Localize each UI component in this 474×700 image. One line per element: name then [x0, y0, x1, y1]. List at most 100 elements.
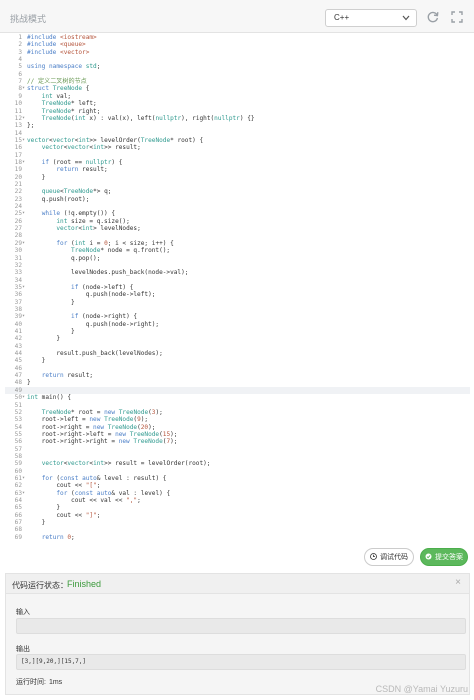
code-line[interactable]: 16 vector<vector<int>> result; — [5, 144, 470, 151]
code-text: q.push(node->left); — [27, 291, 156, 299]
code-line[interactable]: 5 using namespace std; — [5, 63, 470, 70]
code-line[interactable]: 53 root->left = new TreeNode(9); — [5, 416, 470, 423]
code-line[interactable]: 8 ▾ struct TreeNode { — [5, 85, 470, 92]
code-line[interactable]: 33 levelNodes.push_back(node->val); — [5, 269, 470, 276]
submit-button[interactable]: 提交答案 — [420, 548, 468, 566]
code-line[interactable]: 10 TreeNode* left; — [5, 100, 470, 107]
line-number: 52 — [14, 408, 22, 416]
code-line[interactable]: 2 #include <queue> — [5, 41, 470, 48]
code-text: q.push(root); — [27, 195, 90, 203]
code-line[interactable]: 43 — [5, 343, 470, 350]
code-text: levelNodes.push_back(node->val); — [27, 269, 189, 277]
code-line[interactable]: 63 ▾ for (const auto& val : level) { — [5, 490, 470, 497]
code-line[interactable]: 14 — [5, 130, 470, 137]
code-line[interactable]: 3 #include <vector> — [5, 49, 470, 56]
code-line[interactable]: 34 — [5, 277, 470, 284]
code-editor[interactable]: 1 #include <iostream> 2 #include <queue> 3 #i… — [5, 33, 470, 540]
code-line[interactable]: 40 q.push(node->right); — [5, 321, 470, 328]
code-line[interactable]: 30 TreeNode* node = q.front(); — [5, 247, 470, 254]
mode-label[interactable]: 挑战模式 — [10, 12, 46, 25]
code-text: } — [27, 298, 75, 306]
refresh-icon[interactable] — [426, 10, 440, 24]
code-text: TreeNode* node = q.front(); — [71, 247, 171, 255]
code-line[interactable]: 42 } — [5, 335, 470, 342]
fullscreen-icon[interactable] — [450, 10, 464, 24]
code-line[interactable]: 67 } — [5, 519, 470, 526]
code-line[interactable]: 12 ▾ TreeNode(int x) : val(x), left(nullp… — [5, 115, 470, 122]
code-line[interactable]: 26 int size = q.size(); — [5, 218, 470, 225]
line-number: 54 — [14, 423, 22, 431]
code-line[interactable]: 15 ▾ vector<vector<int>> levelOrder(TreeNo… — [5, 137, 470, 144]
code-line[interactable]: 60 — [5, 468, 470, 475]
code-line[interactable]: 59 vector<vector<int>> result = levelOrd… — [5, 460, 470, 467]
code-line[interactable]: 47 return result; — [5, 372, 470, 379]
code-line[interactable]: 54 root->right = new TreeNode(20); — [5, 424, 470, 431]
code-line[interactable]: 11 TreeNode* right; — [5, 108, 470, 115]
line-number: 46 — [14, 364, 22, 372]
line-number: 42 — [14, 335, 22, 343]
input-label: 输入 — [16, 609, 30, 616]
code-line[interactable]: 62 cout << "["; — [5, 482, 470, 489]
code-line[interactable]: 68 — [5, 526, 470, 533]
code-line[interactable]: 48} — [5, 379, 470, 386]
code-text: if (node->left) { — [71, 283, 134, 291]
line-number: 65 — [14, 504, 22, 512]
code-line[interactable]: 36 q.push(node->left); — [5, 291, 470, 298]
code-line[interactable]: 9 int val; — [5, 93, 470, 100]
code-line[interactable]: 64 cout << val << ","; — [5, 497, 470, 504]
code-line[interactable]: 29 ▾ for (int i = 0; i < size; i++) { — [5, 240, 470, 247]
watermark: CSDN @Yamai Yuzuru — [375, 684, 468, 694]
code-line[interactable]: 69 return 0; — [5, 534, 470, 540]
code-line[interactable]: 50 ▾ int main() { — [5, 394, 470, 401]
code-line[interactable]: 23 q.push(root); — [5, 196, 470, 203]
code-line[interactable]: 22 queue<TreeNode*> q; — [5, 188, 470, 195]
code-line[interactable]: 46 — [5, 365, 470, 372]
code-line[interactable]: 24 — [5, 203, 470, 210]
code-line[interactable]: 49 — [5, 386, 470, 395]
code-line[interactable]: 51 — [5, 402, 470, 409]
code-line[interactable]: 66 cout << "]"; — [5, 512, 470, 519]
code-line[interactable]: 55 root->right->left = new TreeNode(15); — [5, 431, 470, 438]
code-line[interactable]: 18 ▾ if (root == nullptr) { — [5, 159, 470, 166]
code-line[interactable]: 4 — [5, 56, 470, 63]
language-select[interactable]: C++ — [325, 9, 417, 27]
code-line[interactable]: 37 } — [5, 299, 470, 306]
line-number: 25 — [14, 210, 22, 218]
code-line[interactable]: 27 vector<int> levelNodes; — [5, 225, 470, 232]
code-line[interactable]: 39 ▾ if (node->right) { — [5, 313, 470, 320]
close-icon[interactable]: × — [455, 577, 461, 588]
code-line[interactable]: 1 #include <iostream> — [5, 34, 470, 41]
code-line[interactable]: 7 // 定义二叉树的节点 — [5, 78, 470, 85]
code-line[interactable]: 31 q.pop(); — [5, 255, 470, 262]
code-line[interactable]: 20 } — [5, 174, 470, 181]
line-number: 27 — [14, 225, 22, 233]
line-number: 10 — [14, 100, 22, 108]
code-line[interactable]: 38 — [5, 306, 470, 313]
input-field[interactable] — [16, 618, 466, 634]
code-line[interactable]: 25 ▾ while (!q.empty()) { — [5, 210, 470, 217]
code-line[interactable]: 56 root->right->right = new TreeNode(7); — [5, 438, 470, 445]
code-line[interactable]: 44 result.push_back(levelNodes); — [5, 350, 470, 357]
code-line[interactable]: 6 — [5, 71, 470, 78]
code-line[interactable]: 57 — [5, 446, 470, 453]
code-line[interactable]: 58 — [5, 453, 470, 460]
line-number: 14 — [14, 129, 22, 137]
line-number: 4 — [18, 56, 22, 64]
code-line[interactable]: 28 — [5, 232, 470, 239]
code-line[interactable]: 21 — [5, 181, 470, 188]
code-line[interactable]: 41 } — [5, 328, 470, 335]
code-line[interactable]: 19 return result; — [5, 166, 470, 173]
line-number: 49 — [14, 386, 22, 394]
code-line[interactable]: 65 } — [5, 504, 470, 511]
code-line[interactable]: 32 — [5, 262, 470, 269]
code-line[interactable]: 35 ▾ if (node->left) { — [5, 284, 470, 291]
code-line[interactable]: 61 ▾ for (const auto& level : result) { — [5, 475, 470, 482]
code-line[interactable]: 45 } — [5, 357, 470, 364]
debug-button[interactable]: 调试代码 — [364, 548, 414, 566]
code-line[interactable]: 17 — [5, 152, 470, 159]
code-line[interactable]: 52 TreeNode* root = new TreeNode(3); — [5, 409, 470, 416]
line-number: 55 — [14, 430, 22, 438]
line-number: 69 — [14, 533, 22, 540]
code-line[interactable]: 13}; — [5, 122, 470, 129]
line-number: 6 — [18, 70, 22, 78]
